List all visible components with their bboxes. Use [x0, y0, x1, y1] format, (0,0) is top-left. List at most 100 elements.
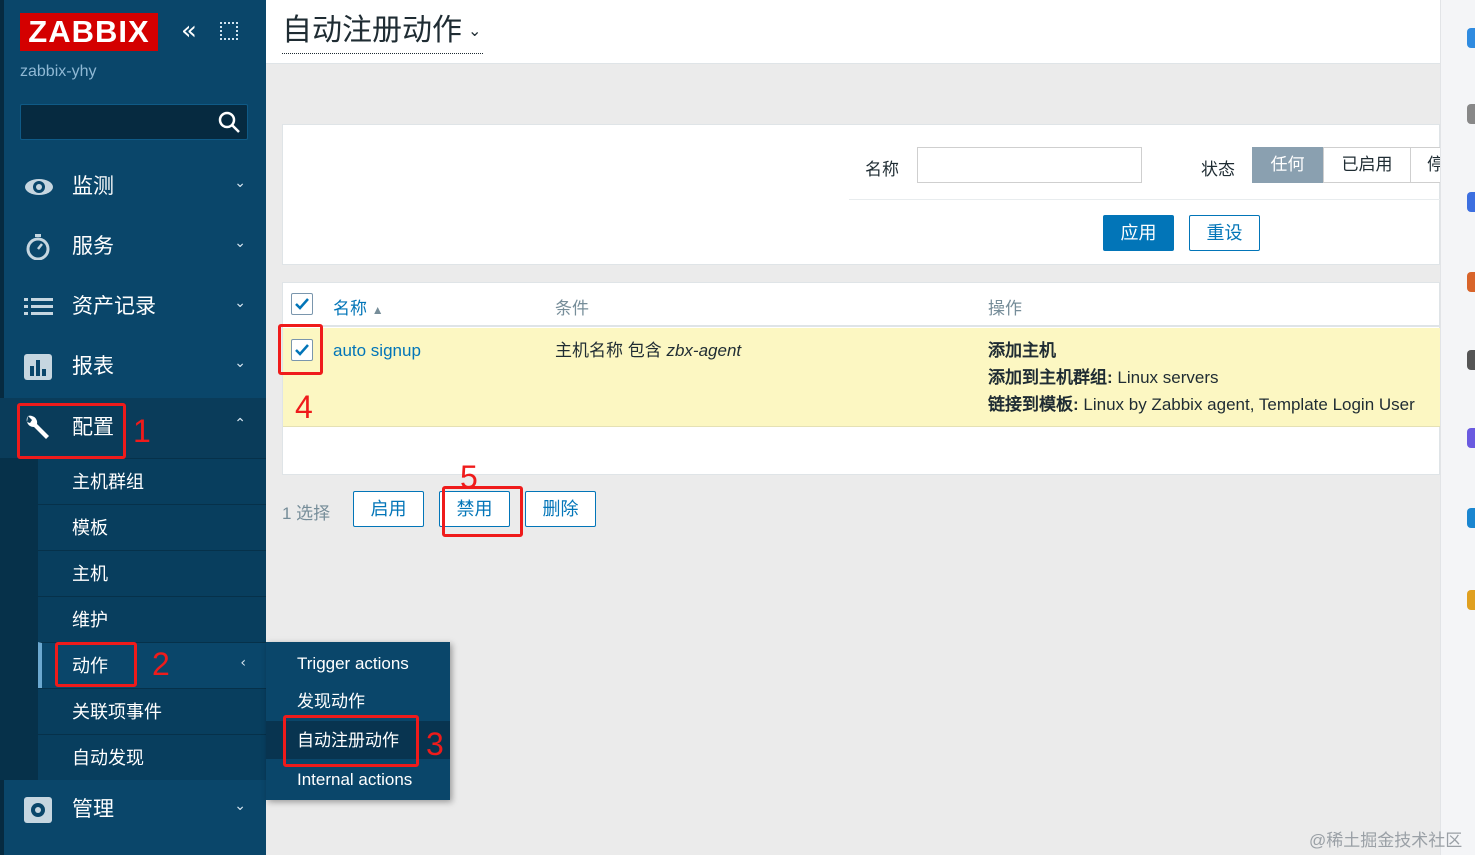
page-header: 自动注册动作 ⌄	[266, 0, 1440, 64]
menu-label: 服务	[72, 235, 114, 258]
operation-value: Linux servers	[1112, 368, 1219, 387]
server-name: zabbix-yhy	[20, 63, 97, 80]
enable-button[interactable]: 启用	[353, 491, 424, 527]
operation-label: 链接到模板:	[988, 395, 1079, 414]
menu-label: 监测	[72, 175, 114, 198]
submenu-templates[interactable]: 模板	[38, 504, 266, 550]
actions-table: 名称 ▲ 条件 操作 auto signup 主机名称 包含 zbx-agent…	[282, 282, 1441, 475]
filter-name-input[interactable]	[917, 147, 1142, 183]
menu-administration[interactable]: 管理 ⌄	[0, 780, 266, 840]
delete-button[interactable]: 删除	[525, 491, 596, 527]
app-icon	[1467, 428, 1475, 448]
annotation-box-config	[17, 403, 126, 459]
operation-line: 链接到模板: Linux by Zabbix agent, Template L…	[988, 391, 1415, 418]
page-title-dropdown[interactable]: 自动注册动作 ⌄	[282, 10, 484, 55]
operation-value: Linux by Zabbix agent, Template Login Us…	[1078, 395, 1415, 414]
submenu-label: 主机群组	[72, 472, 144, 492]
submenu-label: 主机	[72, 564, 108, 584]
eye-icon	[25, 179, 53, 195]
chevron-down-icon: ⌄	[234, 295, 246, 311]
watermark: @稀土掘金技术社区	[1309, 831, 1463, 850]
chevron-down-icon: ⌄	[234, 355, 246, 371]
app-icon	[1467, 350, 1475, 370]
filter-divider	[849, 199, 1441, 200]
operation-line: 添加到主机群组: Linux servers	[988, 364, 1415, 391]
zabbix-logo[interactable]: ZABBIX	[20, 13, 158, 51]
annotation-box-disable	[442, 486, 523, 537]
list-icon	[24, 298, 53, 315]
kiosk-mode-icon[interactable]	[220, 22, 238, 40]
column-operations-header: 操作	[988, 299, 1022, 318]
app-icon	[1467, 28, 1475, 48]
table-header: 名称 ▲ 条件 操作	[283, 283, 1441, 327]
checkmark-icon	[295, 298, 309, 310]
chevron-left-icon: ‹	[240, 655, 246, 671]
search-icon[interactable]	[217, 110, 241, 134]
menu-label: 报表	[72, 355, 114, 378]
annotation-box-actions	[55, 642, 137, 687]
flyout-label: Internal actions	[297, 770, 413, 789]
chevron-down-icon: ⌄	[234, 798, 246, 814]
chevron-down-icon: ⌄	[468, 23, 482, 41]
app-icon	[1467, 508, 1475, 528]
app-icon	[1467, 272, 1475, 292]
status-any-option[interactable]: 任何	[1252, 147, 1323, 183]
status-disabled-option[interactable]: 停	[1410, 147, 1444, 183]
condition-text: 主机名称 包含	[555, 341, 662, 360]
annotation-number: 4	[295, 389, 313, 425]
annotation-box-row-checkbox	[278, 324, 323, 375]
column-name-header[interactable]: 名称 ▲	[333, 294, 384, 319]
configuration-submenu: 主机群组 模板 主机 维护 动作 ‹ 关联项事件 自动发现	[0, 458, 266, 780]
select-all-checkbox[interactable]	[291, 293, 313, 315]
submenu-label: 自动发现	[72, 748, 144, 768]
submenu-indent	[0, 458, 38, 780]
chevron-down-icon: ⌄	[234, 175, 246, 191]
flyout-trigger-actions[interactable]: Trigger actions	[266, 644, 450, 682]
operation-label: 添加到主机群组:	[988, 368, 1113, 387]
annotation-box-autoregistration	[283, 715, 419, 767]
selected-count: 1 选择	[282, 504, 331, 523]
filter-panel: 名称 状态 任何 已启用 停 应用 重设	[282, 124, 1444, 265]
gear-icon	[24, 797, 52, 823]
submenu-event-correlation[interactable]: 关联项事件	[38, 688, 266, 734]
sort-ascending-icon: ▲	[371, 303, 384, 317]
annotation-number: 5	[460, 459, 478, 495]
submenu-label: 关联项事件	[72, 702, 162, 722]
menu-label: 管理	[72, 798, 114, 821]
apply-button[interactable]: 应用	[1103, 215, 1174, 251]
submenu-hosts[interactable]: 主机	[38, 550, 266, 596]
menu-reports[interactable]: 报表 ⌄	[0, 337, 266, 397]
operation-line: 添加主机	[988, 337, 1415, 364]
flyout-label: 发现动作	[297, 692, 365, 711]
submenu-label: 维护	[72, 610, 108, 630]
action-operations: 添加主机 添加到主机群组: Linux servers 链接到模板: Linux…	[988, 337, 1415, 418]
chevron-up-icon: ⌃	[234, 416, 246, 432]
status-enabled-option[interactable]: 已启用	[1323, 147, 1411, 183]
page-title: 自动注册动作	[282, 14, 462, 47]
flyout-label: Trigger actions	[297, 654, 409, 673]
column-conditions-header: 条件	[555, 299, 589, 318]
annotation-number: 2	[152, 646, 170, 682]
action-name-link[interactable]: auto signup	[333, 337, 421, 364]
action-condition: 主机名称 包含 zbx-agent	[555, 337, 741, 364]
operation-add-host: 添加主机	[988, 341, 1056, 360]
annotation-number: 3	[426, 726, 444, 762]
reset-button[interactable]: 重设	[1189, 215, 1260, 251]
menu-monitoring[interactable]: 监测 ⌄	[0, 157, 266, 217]
annotation-number: 1	[133, 413, 151, 449]
collapse-sidebar-icon[interactable]: «	[181, 18, 197, 44]
bar-chart-icon	[24, 354, 52, 380]
chevron-down-icon: ⌄	[234, 235, 246, 251]
app-icon	[1467, 590, 1475, 610]
stopwatch-icon	[26, 234, 50, 260]
submenu-discovery[interactable]: 自动发现	[38, 734, 266, 780]
submenu-host-groups[interactable]: 主机群组	[38, 458, 266, 504]
filter-status-label: 状态	[1201, 160, 1235, 179]
column-name-label: 名称	[333, 299, 367, 318]
menu-inventory[interactable]: 资产记录 ⌄	[0, 277, 266, 337]
submenu-maintenance[interactable]: 维护	[38, 596, 266, 642]
sidebar-search-input[interactable]	[20, 104, 248, 140]
menu-services[interactable]: 服务 ⌄	[0, 217, 266, 277]
app-icon	[1467, 104, 1475, 124]
condition-value: zbx-agent	[666, 341, 742, 360]
